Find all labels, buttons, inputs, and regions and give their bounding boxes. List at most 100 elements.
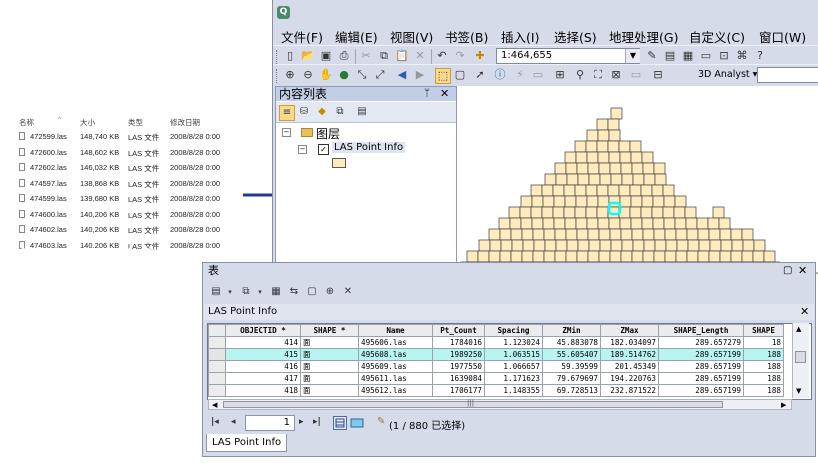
las-footprint-cell[interactable]	[488, 250, 501, 263]
table-cell[interactable]: 1784016	[432, 336, 485, 349]
chevron-down-icon[interactable]: ▼	[625, 49, 640, 63]
las-footprint-cell[interactable]	[619, 151, 632, 164]
las-footprint-cell[interactable]	[542, 217, 555, 230]
las-footprint-cell[interactable]	[577, 173, 590, 186]
las-footprint-cell[interactable]	[553, 217, 566, 230]
las-footprint-cell[interactable]	[541, 206, 554, 219]
select-by-attributes-icon[interactable]: ▦	[269, 285, 283, 299]
menu-view[interactable]: 视图(V)	[390, 27, 433, 46]
table-cell[interactable]: 189.514762	[600, 348, 659, 361]
las-footprint-cell[interactable]	[587, 162, 600, 175]
list-by-drawing-order-icon[interactable]: ≡	[279, 105, 295, 121]
las-footprint-cell[interactable]	[585, 140, 598, 153]
help-icon[interactable]: ?	[753, 49, 767, 63]
table-of-contents-icon[interactable]: ▤	[663, 49, 677, 63]
las-footprint-cell[interactable]	[686, 228, 699, 241]
row-selector[interactable]	[208, 348, 226, 361]
las-footprint-cell[interactable]	[499, 228, 512, 241]
las-footprint-cell[interactable]	[676, 239, 689, 252]
html-popup-icon[interactable]: ▭	[531, 68, 545, 82]
las-footprint-cell[interactable]	[565, 228, 578, 241]
show-selected-records-icon[interactable]	[350, 416, 364, 430]
las-footprint-cell[interactable]	[632, 239, 645, 252]
las-footprint-cell[interactable]	[596, 206, 609, 219]
menu-insert[interactable]: 插入(I)	[501, 27, 539, 46]
las-footprint-cell[interactable]	[632, 173, 645, 186]
chevron-down-icon[interactable]: ▾	[253, 285, 267, 299]
las-footprint-cell[interactable]	[709, 239, 722, 252]
las-footprint-cell[interactable]	[552, 184, 565, 197]
menu-customize[interactable]: 自定义(C)	[689, 27, 745, 46]
las-footprint-cell[interactable]	[621, 239, 634, 252]
las-footprint-cell[interactable]	[575, 217, 588, 230]
las-footprint-cell[interactable]	[543, 250, 556, 263]
las-footprint-cell[interactable]	[664, 228, 677, 241]
las-footprint-cell[interactable]	[698, 239, 711, 252]
column-header-size[interactable]: 大小	[80, 117, 95, 128]
table-cell[interactable]: 1977550	[432, 360, 485, 373]
las-footprint-cell[interactable]	[609, 162, 622, 175]
undo-icon[interactable]: ↶	[435, 49, 449, 63]
las-footprint-cell[interactable]	[566, 173, 579, 186]
las-footprint-cell[interactable]	[640, 206, 653, 219]
las-footprint-cell[interactable]	[554, 250, 567, 263]
las-footprint-cell[interactable]	[530, 184, 543, 197]
column-header-pt-count[interactable]: Pt_Count	[432, 324, 485, 337]
las-footprint-cell[interactable]	[697, 250, 710, 263]
catalog-icon[interactable]: ▦	[681, 49, 695, 63]
options-icon[interactable]: ▤	[355, 105, 369, 119]
python-icon[interactable]: ⌘	[735, 49, 749, 63]
las-footprint-cell[interactable]	[630, 151, 643, 164]
las-footprint-cell[interactable]	[509, 217, 522, 230]
las-footprint-cell[interactable]	[608, 151, 621, 164]
las-footprint-cell[interactable]	[619, 195, 632, 208]
las-footprint-cell[interactable]	[730, 228, 743, 241]
next-record-icon[interactable]: ▸	[299, 417, 304, 427]
table-cell[interactable]: 495608.las	[358, 348, 433, 361]
las-footprint-cell[interactable]	[596, 140, 609, 153]
las-footprint-cell[interactable]	[652, 195, 665, 208]
table-cell[interactable]: 69.728513	[542, 384, 601, 397]
hyperlink-icon[interactable]: ⚡	[513, 68, 527, 82]
las-footprint-cell[interactable]	[630, 195, 643, 208]
las-footprint-cell[interactable]	[730, 250, 743, 263]
last-record-icon[interactable]: ▸|	[313, 417, 321, 427]
file-row[interactable]: 474600.las 140,206 KB LAS 文件 2008/8/28 0:00	[10, 209, 232, 221]
add-data-icon[interactable]: ✚	[473, 49, 487, 63]
las-footprint-cell[interactable]	[654, 239, 667, 252]
table-cell[interactable]: 289.657279	[658, 336, 744, 349]
las-footprint-cell[interactable]	[555, 173, 568, 186]
las-footprint-cell[interactable]	[610, 107, 623, 120]
delete-selected-icon[interactable]: ✕	[341, 285, 355, 299]
las-footprint-cell[interactable]	[608, 129, 621, 142]
table-cell[interactable]: 495611.las	[358, 372, 433, 385]
las-footprint-cell[interactable]	[708, 250, 721, 263]
las-footprint-cell[interactable]	[541, 184, 554, 197]
las-footprint-cell[interactable]	[708, 228, 721, 241]
las-footprint-cell[interactable]	[585, 184, 598, 197]
las-footprint-cell[interactable]	[674, 217, 687, 230]
las-footprint-cell[interactable]	[520, 195, 533, 208]
3d-analyst-layer-select[interactable]	[757, 67, 818, 83]
close-icon[interactable]: ✕	[798, 263, 807, 279]
las-footprint-cell[interactable]	[500, 239, 513, 252]
las-footprint-cell[interactable]	[752, 250, 765, 263]
las-footprint-cell[interactable]	[564, 217, 577, 230]
column-header-zmax[interactable]: ZMax	[600, 324, 659, 337]
las-footprint-cell[interactable]	[741, 228, 754, 241]
las-footprint-cell[interactable]	[719, 250, 732, 263]
las-footprint-cell[interactable]	[533, 239, 546, 252]
las-footprint-cell[interactable]	[586, 195, 599, 208]
las-footprint-cell[interactable]	[530, 206, 543, 219]
las-footprint-cell[interactable]	[596, 184, 609, 197]
las-footprint-cell[interactable]	[720, 239, 733, 252]
las-footprint-cell[interactable]	[631, 162, 644, 175]
las-footprint-cell[interactable]	[588, 173, 601, 186]
las-footprint-cell[interactable]	[653, 162, 666, 175]
las-footprint-cell[interactable]	[642, 228, 655, 241]
table-cell[interactable]: 188	[743, 384, 784, 397]
las-footprint-cell[interactable]	[554, 228, 567, 241]
scroll-thumb[interactable]	[795, 351, 806, 363]
las-footprint-cell[interactable]	[673, 206, 686, 219]
table-cell[interactable]: 182.034097	[600, 336, 659, 349]
